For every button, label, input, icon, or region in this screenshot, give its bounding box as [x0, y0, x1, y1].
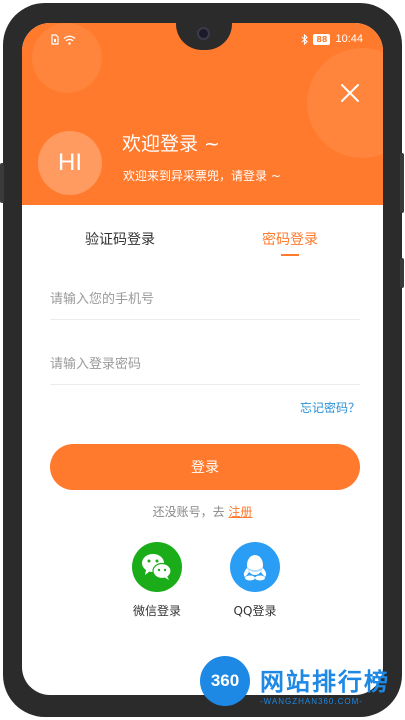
wifi-icon: [63, 35, 76, 45]
watermark-logo: 360: [200, 656, 250, 706]
bluetooth-icon: [301, 33, 309, 45]
active-tab-indicator: [281, 254, 299, 256]
front-camera: [197, 27, 210, 40]
wechat-login-label: 微信登录: [132, 604, 181, 618]
login-header: 88 10:44 HI 欢迎登录 ~ 欢迎来到异采票兜，请登录 ~: [22, 23, 383, 205]
wechat-login-button[interactable]: 微信登录: [122, 542, 192, 619]
phone-side-button: [0, 163, 4, 203]
sim-icon: [51, 34, 59, 45]
qq-login-label: QQ登录: [233, 604, 277, 618]
close-icon: [341, 84, 359, 102]
status-time: 10:44: [335, 33, 363, 45]
login-button[interactable]: 登录: [50, 444, 360, 490]
site-watermark: 360 网站排行榜 -WANGZHAN360.COM-: [200, 656, 405, 716]
password-input[interactable]: [50, 345, 360, 385]
register-prompt-text: 还没账号，去: [152, 505, 229, 519]
wechat-icon: [132, 542, 182, 592]
forgot-password-link[interactable]: 忘记密码？: [300, 399, 360, 416]
tab-password-login[interactable]: 密码登录: [262, 229, 318, 249]
welcome-title: 欢迎登录 ~: [122, 133, 220, 155]
status-bar-left: [51, 34, 76, 45]
register-prompt: 还没账号，去 注册: [22, 503, 383, 520]
qq-icon: [230, 542, 280, 592]
app-screen: 88 10:44 HI 欢迎登录 ~ 欢迎来到异采票兜，请登录 ~ 验证码登录 …: [22, 23, 383, 695]
close-button[interactable]: [338, 81, 362, 105]
phone-input[interactable]: [50, 280, 360, 320]
watermark-title: 网站排行榜: [260, 668, 390, 696]
register-link[interactable]: 注册: [228, 505, 252, 519]
tab-sms-login[interactable]: 验证码登录: [85, 229, 155, 249]
status-bar-right: 88 10:44: [301, 33, 363, 45]
phone-side-button: [400, 153, 404, 213]
phone-side-button: [400, 258, 404, 288]
watermark-subtitle: -WANGZHAN360.COM-: [260, 697, 363, 706]
battery-level: 88: [313, 33, 331, 45]
qq-login-button[interactable]: QQ登录: [220, 542, 290, 619]
avatar: HI: [38, 131, 102, 195]
welcome-subtitle: 欢迎来到异采票兜，请登录 ~: [123, 169, 281, 183]
phone-frame: 88 10:44 HI 欢迎登录 ~ 欢迎来到异采票兜，请登录 ~ 验证码登录 …: [0, 3, 404, 717]
